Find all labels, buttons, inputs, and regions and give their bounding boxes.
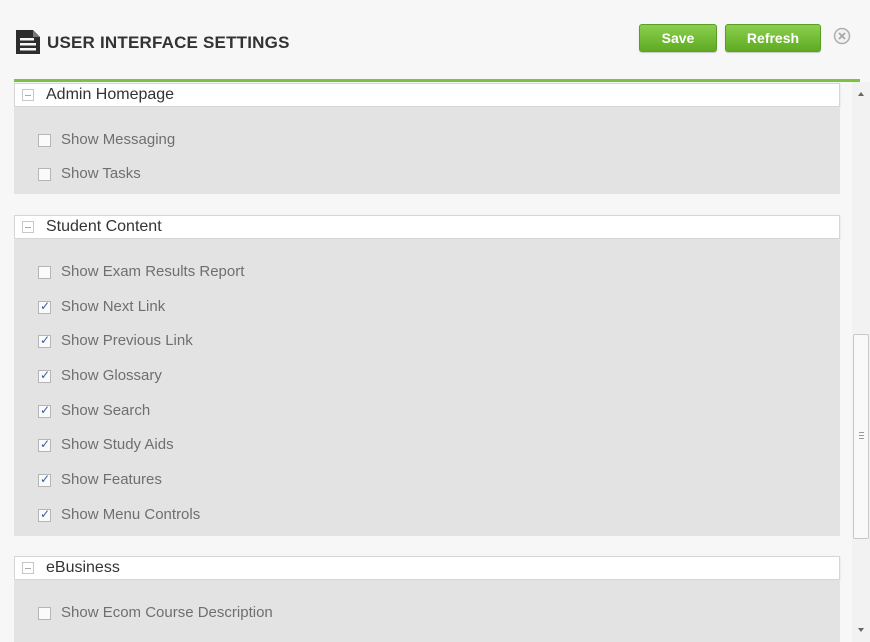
checkbox[interactable]: [38, 333, 51, 348]
section-body-student-content: Show Exam Results Report Show Next Link …: [14, 240, 840, 536]
scroll-down-arrow-icon[interactable]: [858, 628, 864, 632]
scrollbar-thumb[interactable]: [853, 334, 869, 539]
checkbox-label: Show Messaging: [61, 131, 176, 148]
checkbox[interactable]: [38, 472, 51, 487]
collapse-icon[interactable]: [22, 562, 34, 574]
section-body-admin-homepage: Show Messaging Show Tasks: [14, 108, 840, 194]
section-title: Admin Homepage: [46, 86, 175, 103]
settings-window: USER INTERFACE SETTINGS Save Refresh Adm…: [0, 0, 870, 642]
checkbox-label: Show Study Aids: [61, 436, 174, 453]
close-icon[interactable]: [832, 26, 852, 46]
header-bar: USER INTERFACE SETTINGS Save Refresh: [0, 0, 870, 80]
checkbox-label: Show Next Link: [61, 298, 166, 315]
checkbox-label: Show Ecom Course Description: [61, 604, 273, 621]
checkbox-label: Show Search: [61, 402, 151, 419]
checkbox-label: Show Previous Link: [61, 332, 193, 349]
refresh-button[interactable]: Refresh: [725, 24, 821, 52]
checkbox[interactable]: [38, 403, 51, 418]
section-header-ebusiness[interactable]: eBusiness: [14, 556, 840, 580]
section-title: eBusiness: [46, 559, 120, 576]
checkbox-label: Show Menu Controls: [61, 506, 201, 523]
checkbox[interactable]: [38, 266, 51, 279]
checkbox[interactable]: [38, 437, 51, 452]
section-header-student-content[interactable]: Student Content: [14, 215, 840, 239]
checkbox[interactable]: [38, 299, 51, 314]
checkbox-label: Show Glossary: [61, 367, 162, 384]
checkbox[interactable]: [38, 368, 51, 383]
collapse-icon[interactable]: [22, 221, 34, 233]
collapse-icon[interactable]: [22, 89, 34, 101]
section-header-admin-homepage[interactable]: Admin Homepage: [14, 83, 840, 107]
grip-icon: [859, 432, 864, 439]
document-icon: [16, 30, 40, 54]
checkbox[interactable]: [38, 134, 51, 147]
section-body-ebusiness: Show Ecom Course Description: [14, 581, 840, 642]
section-title: Student Content: [46, 218, 162, 235]
page-title: USER INTERFACE SETTINGS: [47, 33, 290, 52]
checkbox[interactable]: [38, 507, 51, 522]
checkbox[interactable]: [38, 168, 51, 181]
scroll-up-arrow-icon[interactable]: [858, 92, 864, 96]
checkbox-label: Show Tasks: [61, 165, 141, 182]
vertical-scrollbar[interactable]: [852, 82, 870, 642]
save-button[interactable]: Save: [639, 24, 717, 52]
checkbox[interactable]: [38, 607, 51, 620]
checkbox-label: Show Exam Results Report: [61, 263, 245, 280]
checkbox-label: Show Features: [61, 471, 162, 488]
settings-scroll-area[interactable]: Admin Homepage Show Messaging Show Tasks…: [14, 82, 849, 642]
